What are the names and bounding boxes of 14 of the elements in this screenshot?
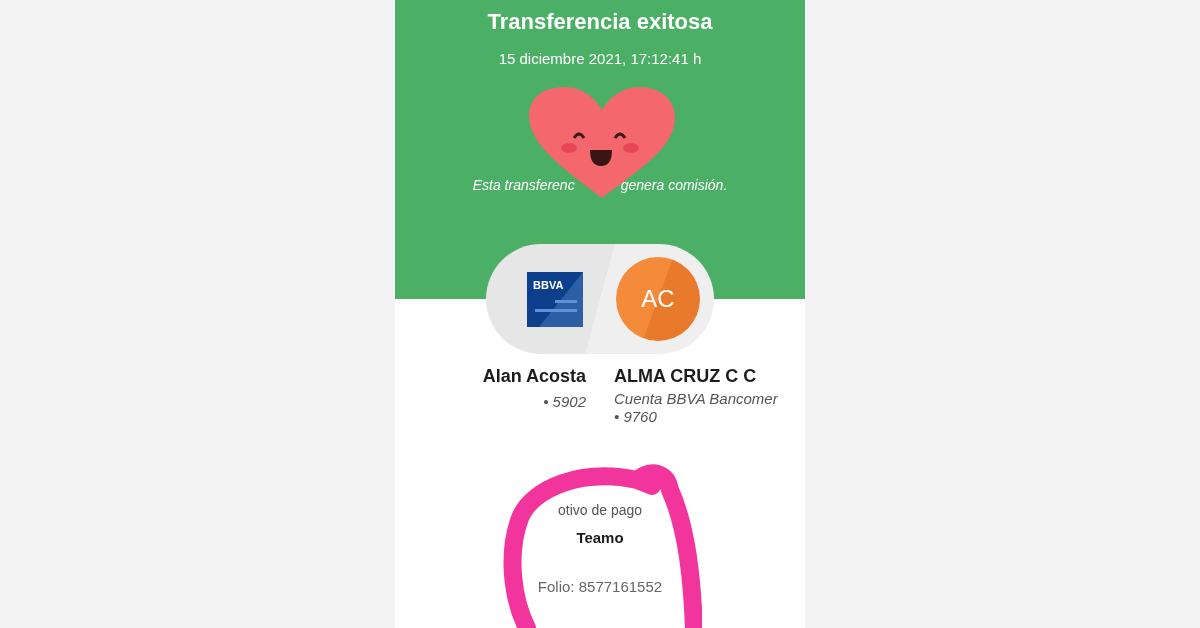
screen-title: Transferencia exitosa bbox=[486, 8, 714, 36]
sender-name: Alan Acosta bbox=[481, 365, 586, 388]
recipient-bank: Cuenta BBVA Bancomer bbox=[614, 390, 779, 408]
recipient-name: ALMA CRUZ C C bbox=[614, 365, 758, 388]
payment-reason: Teamo bbox=[575, 528, 625, 548]
recipient-account: • 9760 bbox=[614, 408, 658, 426]
recipient-avatar: AC bbox=[616, 257, 700, 341]
payment-reason-label: otivo de pago bbox=[556, 501, 644, 520]
folio-number: Folio: 8577161552 bbox=[536, 576, 664, 597]
card-logo: BBVA bbox=[533, 278, 564, 291]
fee-note: genera comisión. bbox=[620, 175, 728, 195]
fee-note: Esta transferenc bbox=[472, 175, 575, 195]
sender-account: • 5902 bbox=[543, 393, 586, 410]
transfer-date: 15 diciembre 2021, 17:12:41 h bbox=[497, 49, 703, 69]
